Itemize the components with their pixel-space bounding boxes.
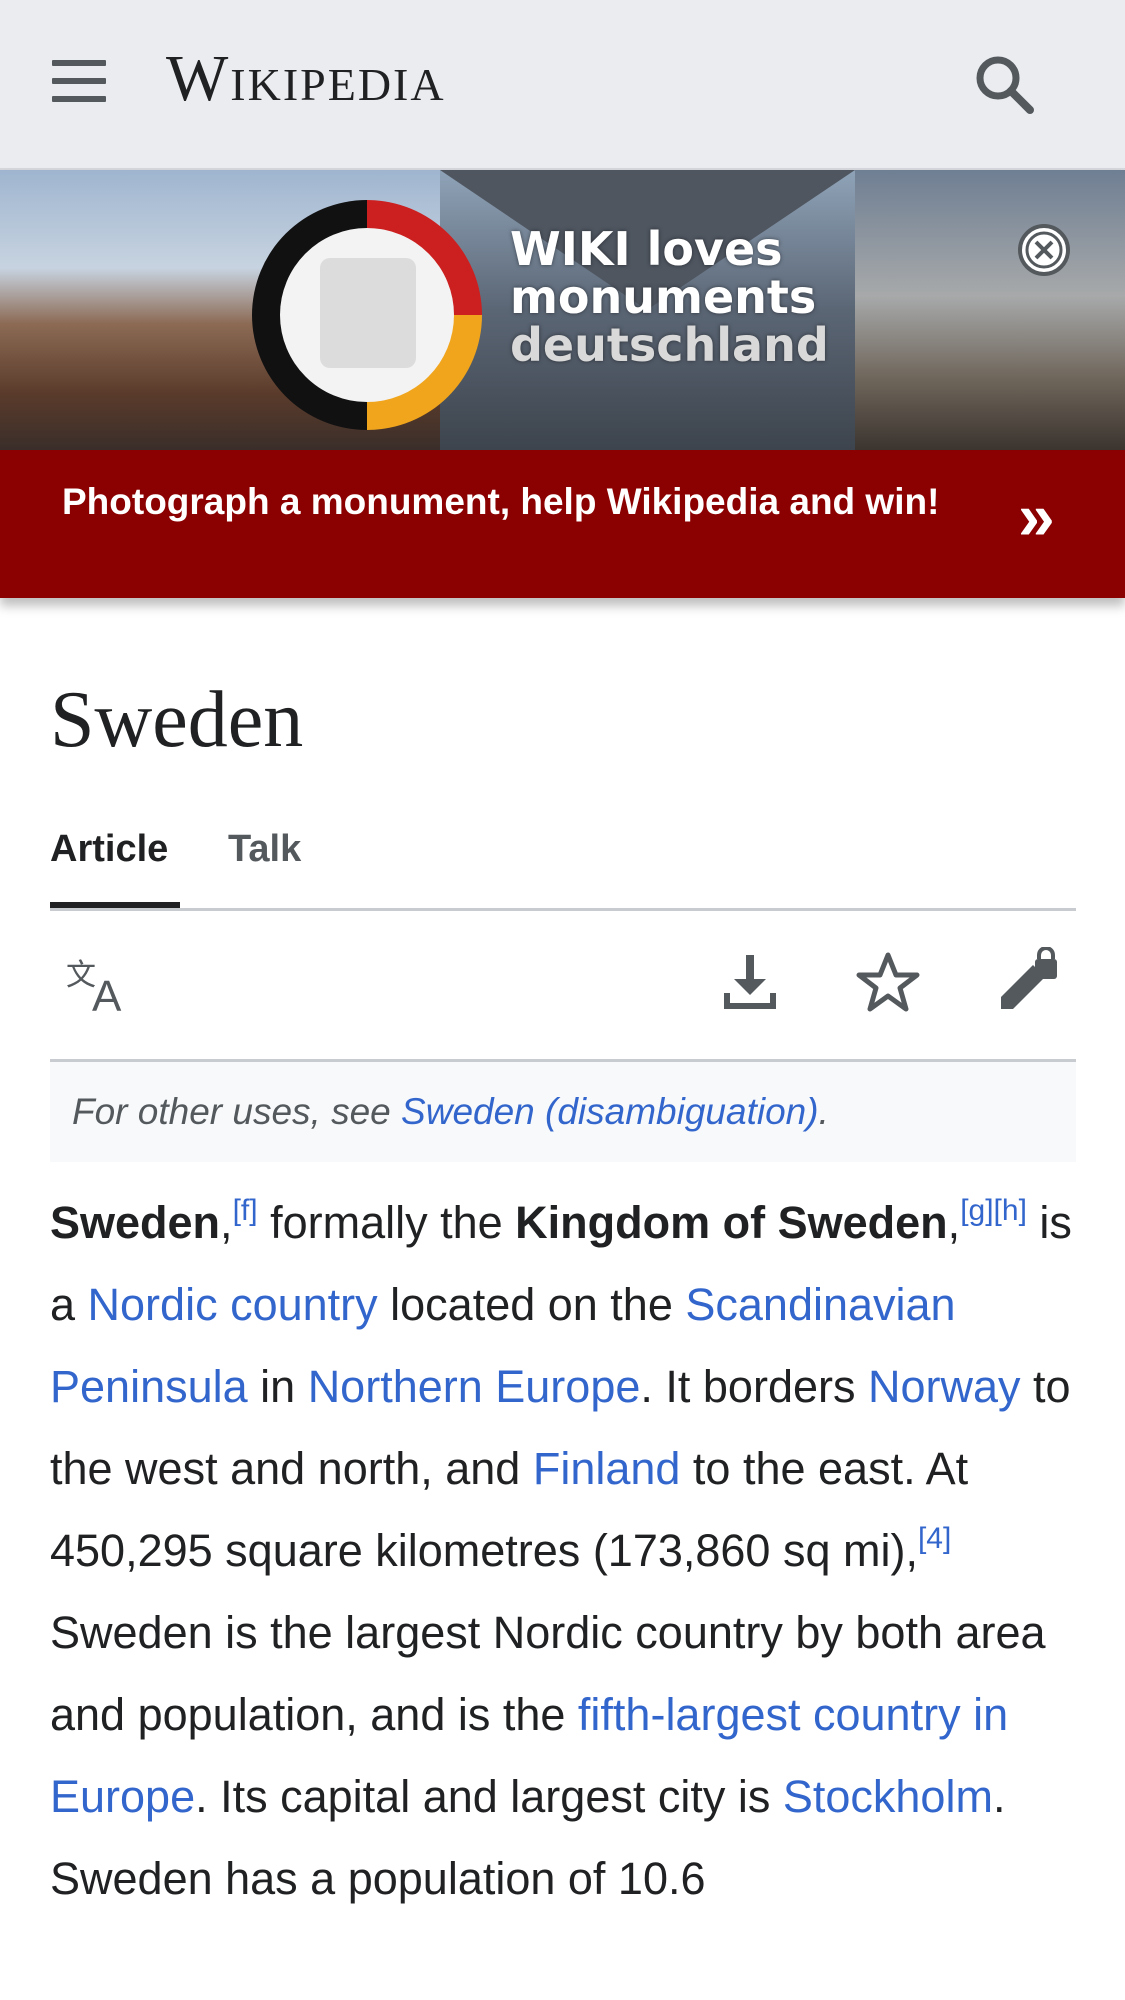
banner-text-line2: monuments — [510, 270, 817, 324]
norway-link[interactable]: Norway — [868, 1361, 1021, 1412]
hatnote: For other uses, see Sweden (disambiguati… — [50, 1062, 1076, 1162]
tab-article[interactable]: Article — [50, 818, 180, 908]
lead-paragraph: Sweden,[f] formally the Kingdom of Swede… — [50, 1194, 1072, 1905]
aircraft-photo — [855, 170, 1125, 450]
language-icon[interactable]: 文 A — [66, 955, 132, 1021]
download-icon[interactable] — [720, 953, 780, 1018]
nordic-country-link[interactable]: Nordic country — [88, 1279, 378, 1330]
page-tabs: Article Talk — [50, 818, 1076, 911]
banner-cta-text[interactable]: Photograph a monument, help Wikipedia an… — [62, 480, 942, 524]
page-actions-toolbar: 文 A — [50, 911, 1076, 1062]
disambiguation-link[interactable]: Sweden (disambiguation) — [401, 1091, 819, 1132]
top-header: Wikipedia — [0, 0, 1125, 171]
hatnote-text: For other uses, see Sweden (disambiguati… — [72, 1091, 829, 1132]
page-title: Sweden — [50, 676, 304, 764]
wiki-loves-monuments-logo — [252, 200, 482, 430]
hatnote-prefix: For other uses, see — [72, 1091, 402, 1132]
star-icon[interactable] — [856, 951, 920, 1018]
close-circle-icon[interactable] — [1016, 222, 1072, 278]
hamburger-icon[interactable] — [50, 56, 108, 106]
edit-lock-icon[interactable] — [995, 946, 1061, 1018]
banner-text-line1: WIKI loves — [510, 222, 783, 276]
finland-link[interactable]: Finland — [533, 1443, 681, 1494]
reference-g[interactable]: [g] — [960, 1194, 993, 1227]
banner-logo-text: WIKI loves monuments deutschland — [510, 225, 829, 369]
search-icon[interactable] — [972, 52, 1036, 116]
banner-text-line3: deutschland — [510, 318, 829, 372]
banner-arrow-icon[interactable]: » — [1018, 476, 1055, 556]
northern-europe-link[interactable]: Northern Europe — [308, 1361, 641, 1412]
campaign-banner: WIKI loves monuments deutschland Photogr… — [0, 170, 1125, 598]
reference-f[interactable]: [f] — [233, 1194, 258, 1227]
bold-term: Sweden — [50, 1197, 221, 1248]
svg-text:A: A — [92, 972, 122, 1015]
bold-term: Kingdom of Sweden — [515, 1197, 948, 1248]
stockholm-link[interactable]: Stockholm — [783, 1771, 993, 1822]
banner-cta-bar[interactable]: Photograph a monument, help Wikipedia an… — [0, 450, 1125, 598]
reference-4[interactable]: [4] — [918, 1522, 951, 1555]
wikipedia-wordmark[interactable]: Wikipedia — [166, 46, 446, 112]
banner-image[interactable]: WIKI loves monuments deutschland — [0, 170, 1125, 450]
tab-talk[interactable]: Talk — [228, 818, 301, 905]
reference-h[interactable]: [h] — [994, 1194, 1027, 1227]
